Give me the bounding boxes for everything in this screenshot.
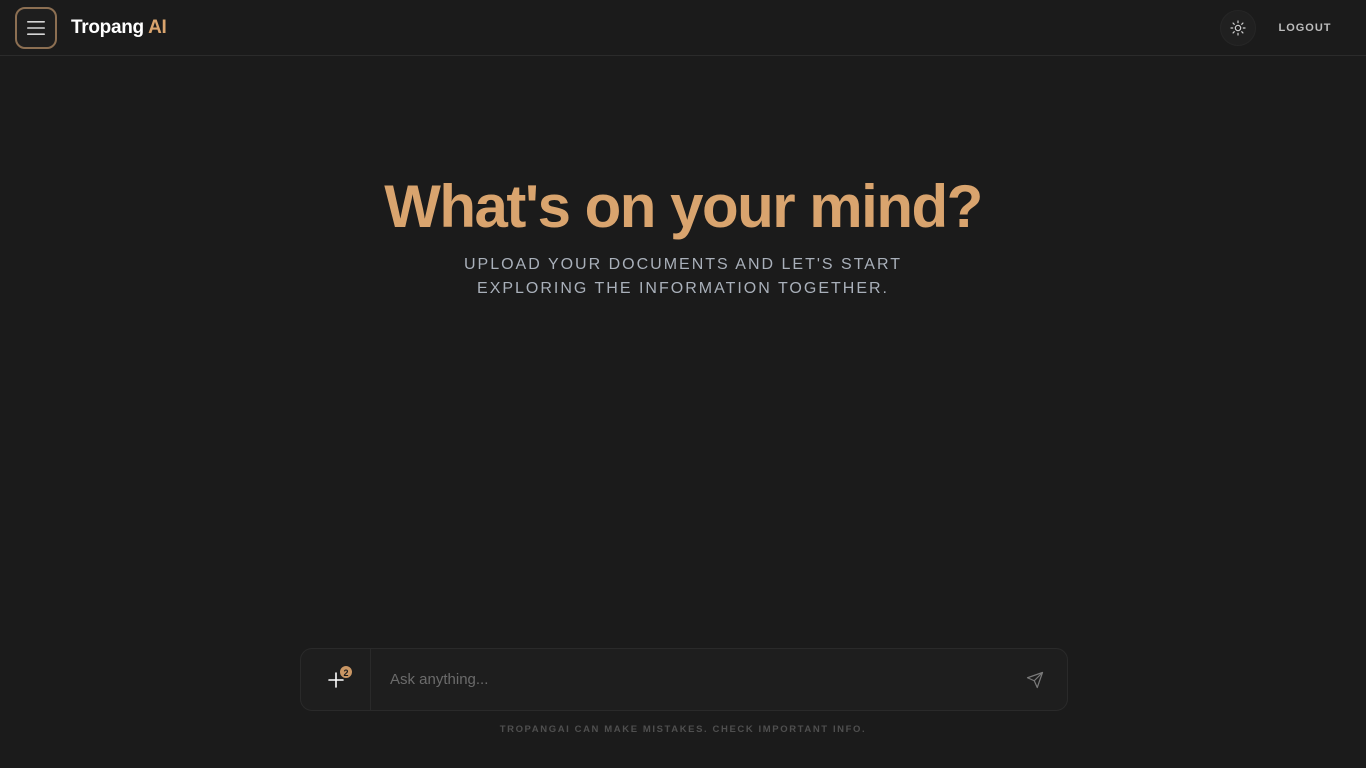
ask-input[interactable] [371,649,1003,710]
hero-title: What's on your mind? [384,173,983,240]
logout-button[interactable]: LOGOUT [1270,18,1340,38]
sun-icon [1230,20,1246,36]
theme-toggle-button[interactable] [1220,10,1256,46]
app-page: Tropang AI LOGOUT What's on your mind? U… [0,0,1366,768]
disclaimer-text: TROPANGAI CAN MAKE MISTAKES. CHECK IMPOR… [499,724,867,735]
send-button[interactable] [1003,649,1067,710]
hamburger-icon [27,21,45,35]
top-header: Tropang AI LOGOUT [0,0,1366,56]
chat-composer: 2 [300,648,1068,711]
attach-file-button[interactable]: 2 [301,649,371,710]
menu-button[interactable] [15,7,57,49]
brand-logo[interactable]: Tropang AI [71,16,167,40]
attachment-count-badge: 2 [339,665,353,679]
hero-subtitle: UPLOAD YOUR DOCUMENTS AND LET'S START EX… [463,256,902,297]
send-icon [1026,671,1044,688]
brand-name: Tropang [71,17,144,38]
brand-accent: AI [148,17,167,38]
